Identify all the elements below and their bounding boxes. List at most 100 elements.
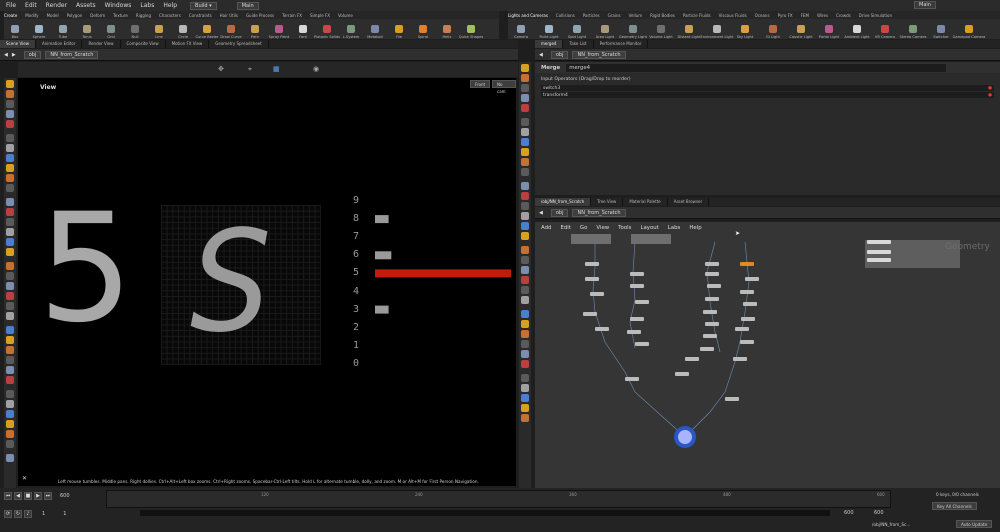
shelf-tool[interactable]: Portal Light: [816, 21, 842, 39]
shelf-tool[interactable]: Geometry Light: [619, 21, 647, 39]
network-node[interactable]: [740, 290, 754, 294]
network-node[interactable]: [630, 317, 644, 321]
strip-tool-icon[interactable]: [521, 276, 529, 284]
strip-tool-icon[interactable]: [6, 110, 14, 118]
strip-tool-icon[interactable]: [6, 346, 14, 354]
strip-tool-icon[interactable]: [521, 84, 529, 92]
strip-tool-icon[interactable]: [521, 350, 529, 358]
pane-tab[interactable]: Tree View: [591, 198, 624, 206]
pane-tab[interactable]: /obj/NN_from_Scratch: [535, 198, 592, 206]
strip-tool-icon[interactable]: [6, 90, 14, 98]
strip-tool-icon[interactable]: [6, 144, 14, 152]
network-node[interactable]: [733, 357, 747, 361]
strip-tool-icon[interactable]: [6, 454, 14, 462]
end-frame-field[interactable]: 600: [844, 510, 854, 516]
strip-tool-icon[interactable]: [6, 390, 14, 398]
goto-start-icon[interactable]: ⏮: [4, 492, 12, 500]
strip-tool-icon[interactable]: [6, 174, 14, 182]
strip-tool-icon[interactable]: [521, 64, 529, 72]
strip-tool-icon[interactable]: [6, 228, 14, 236]
strip-tool-icon[interactable]: [6, 134, 14, 142]
strip-tool-icon[interactable]: [6, 366, 14, 374]
input-operator-row[interactable]: transform4 ●: [541, 92, 994, 98]
realtime-icon[interactable]: ⟳: [4, 510, 12, 518]
strip-tool-icon[interactable]: [521, 202, 529, 210]
shelf-tool[interactable]: Tube: [52, 21, 74, 39]
shelf-tab[interactable]: Vellum: [629, 13, 643, 18]
shelf-tab[interactable]: Volume: [338, 13, 353, 18]
step-back-icon[interactable]: ◀: [14, 492, 22, 500]
back-arrow-icon[interactable]: ◀: [539, 52, 543, 58]
network-node[interactable]: [630, 284, 644, 288]
shelf-tab[interactable]: FEM: [801, 13, 809, 18]
timeline-track[interactable]: 120 240 360 480 600: [106, 490, 891, 508]
audio-icon[interactable]: ♪: [24, 510, 32, 518]
network-node[interactable]: [585, 277, 599, 281]
strip-tool-icon[interactable]: [521, 212, 529, 220]
strip-tool-icon[interactable]: [521, 222, 529, 230]
network-node[interactable]: [740, 262, 754, 266]
shelf-tool[interactable]: L-System: [340, 21, 362, 39]
shelf-tool[interactable]: Camera: [508, 21, 534, 39]
shelf-tool[interactable]: Sky Light: [732, 21, 758, 39]
shelf-tab[interactable]: Constraints: [189, 13, 212, 18]
strip-tool-icon[interactable]: [521, 118, 529, 126]
network-node[interactable]: [630, 272, 644, 276]
strip-tool-icon[interactable]: [521, 340, 529, 348]
shelf-tab[interactable]: Polygon: [67, 13, 83, 18]
shelf-tab[interactable]: Collisions: [556, 13, 575, 18]
strip-tool-icon[interactable]: [6, 262, 14, 270]
pane-tab[interactable]: Motion FX View: [166, 40, 210, 48]
shelf-tool[interactable]: Distant Light: [676, 21, 702, 39]
strip-tool-icon[interactable]: [6, 80, 14, 88]
strip-tool-icon[interactable]: [6, 326, 14, 334]
strip-tool-icon[interactable]: [521, 94, 529, 102]
remove-icon[interactable]: ●: [988, 93, 992, 98]
pane-tab[interactable]: Composite View: [121, 40, 166, 48]
shelf-tab[interactable]: Terrain FX: [282, 13, 302, 18]
network-node[interactable]: [703, 310, 717, 314]
menu-render[interactable]: Render: [46, 2, 67, 9]
shelf-tool[interactable]: Spiral: [412, 21, 434, 39]
network-node[interactable]: [685, 357, 699, 361]
pane-tab[interactable]: Animation Editor: [36, 40, 83, 48]
strip-tool-icon[interactable]: [6, 356, 14, 364]
shelf-tool[interactable]: Caustic Light: [788, 21, 814, 39]
network-node[interactable]: [743, 302, 757, 306]
shelf-tool[interactable]: Path: [244, 21, 266, 39]
scene-viewport[interactable]: View Front No cam 5 S 9876543210 Left mo…: [18, 78, 516, 486]
strip-tool-icon[interactable]: [6, 292, 14, 300]
strip-tool-icon[interactable]: [521, 286, 529, 294]
network-node[interactable]: [740, 340, 754, 344]
shelf-tool[interactable]: Ambient Light: [844, 21, 870, 39]
pane-tab[interactable]: merge4: [535, 40, 564, 48]
network-node[interactable]: [705, 272, 719, 276]
strip-tool-icon[interactable]: [6, 198, 14, 206]
network-node[interactable]: [703, 334, 717, 338]
network-path-obj[interactable]: obj: [550, 208, 569, 217]
remove-icon[interactable]: ●: [988, 86, 992, 91]
right-desktop-dropdown[interactable]: Main: [914, 1, 936, 9]
strip-tool-icon[interactable]: [6, 282, 14, 290]
strip-tool-icon[interactable]: [521, 128, 529, 136]
menu-labs[interactable]: Labs: [140, 2, 154, 9]
pane-tab[interactable]: Performance Monitor: [594, 40, 649, 48]
shelf-tool[interactable]: Draw Curve: [220, 21, 242, 39]
shelf-tool[interactable]: Platonic Solids: [314, 21, 340, 39]
snap-icon[interactable]: ⌖: [248, 65, 252, 74]
shelf-tab[interactable]: Rigging: [136, 13, 151, 18]
take-dropdown[interactable]: Main: [236, 1, 259, 10]
network-node[interactable]: [707, 284, 721, 288]
strip-tool-icon[interactable]: [6, 208, 14, 216]
strip-tool-icon[interactable]: [521, 232, 529, 240]
shelf-tab[interactable]: Drive Simulation: [859, 13, 892, 18]
shelf-tool[interactable]: Circle: [172, 21, 194, 39]
shelf-tab[interactable]: Texture: [113, 13, 128, 18]
shelf-tab[interactable]: Wires: [817, 13, 828, 18]
grid-icon[interactable]: ▦: [273, 65, 280, 73]
handle-tool-icon[interactable]: ✥: [218, 65, 224, 73]
goto-end-icon[interactable]: ⏭: [44, 492, 52, 500]
strip-tool-icon[interactable]: [521, 320, 529, 328]
strip-tool-icon[interactable]: [6, 120, 14, 128]
strip-tool-icon[interactable]: [521, 182, 529, 190]
